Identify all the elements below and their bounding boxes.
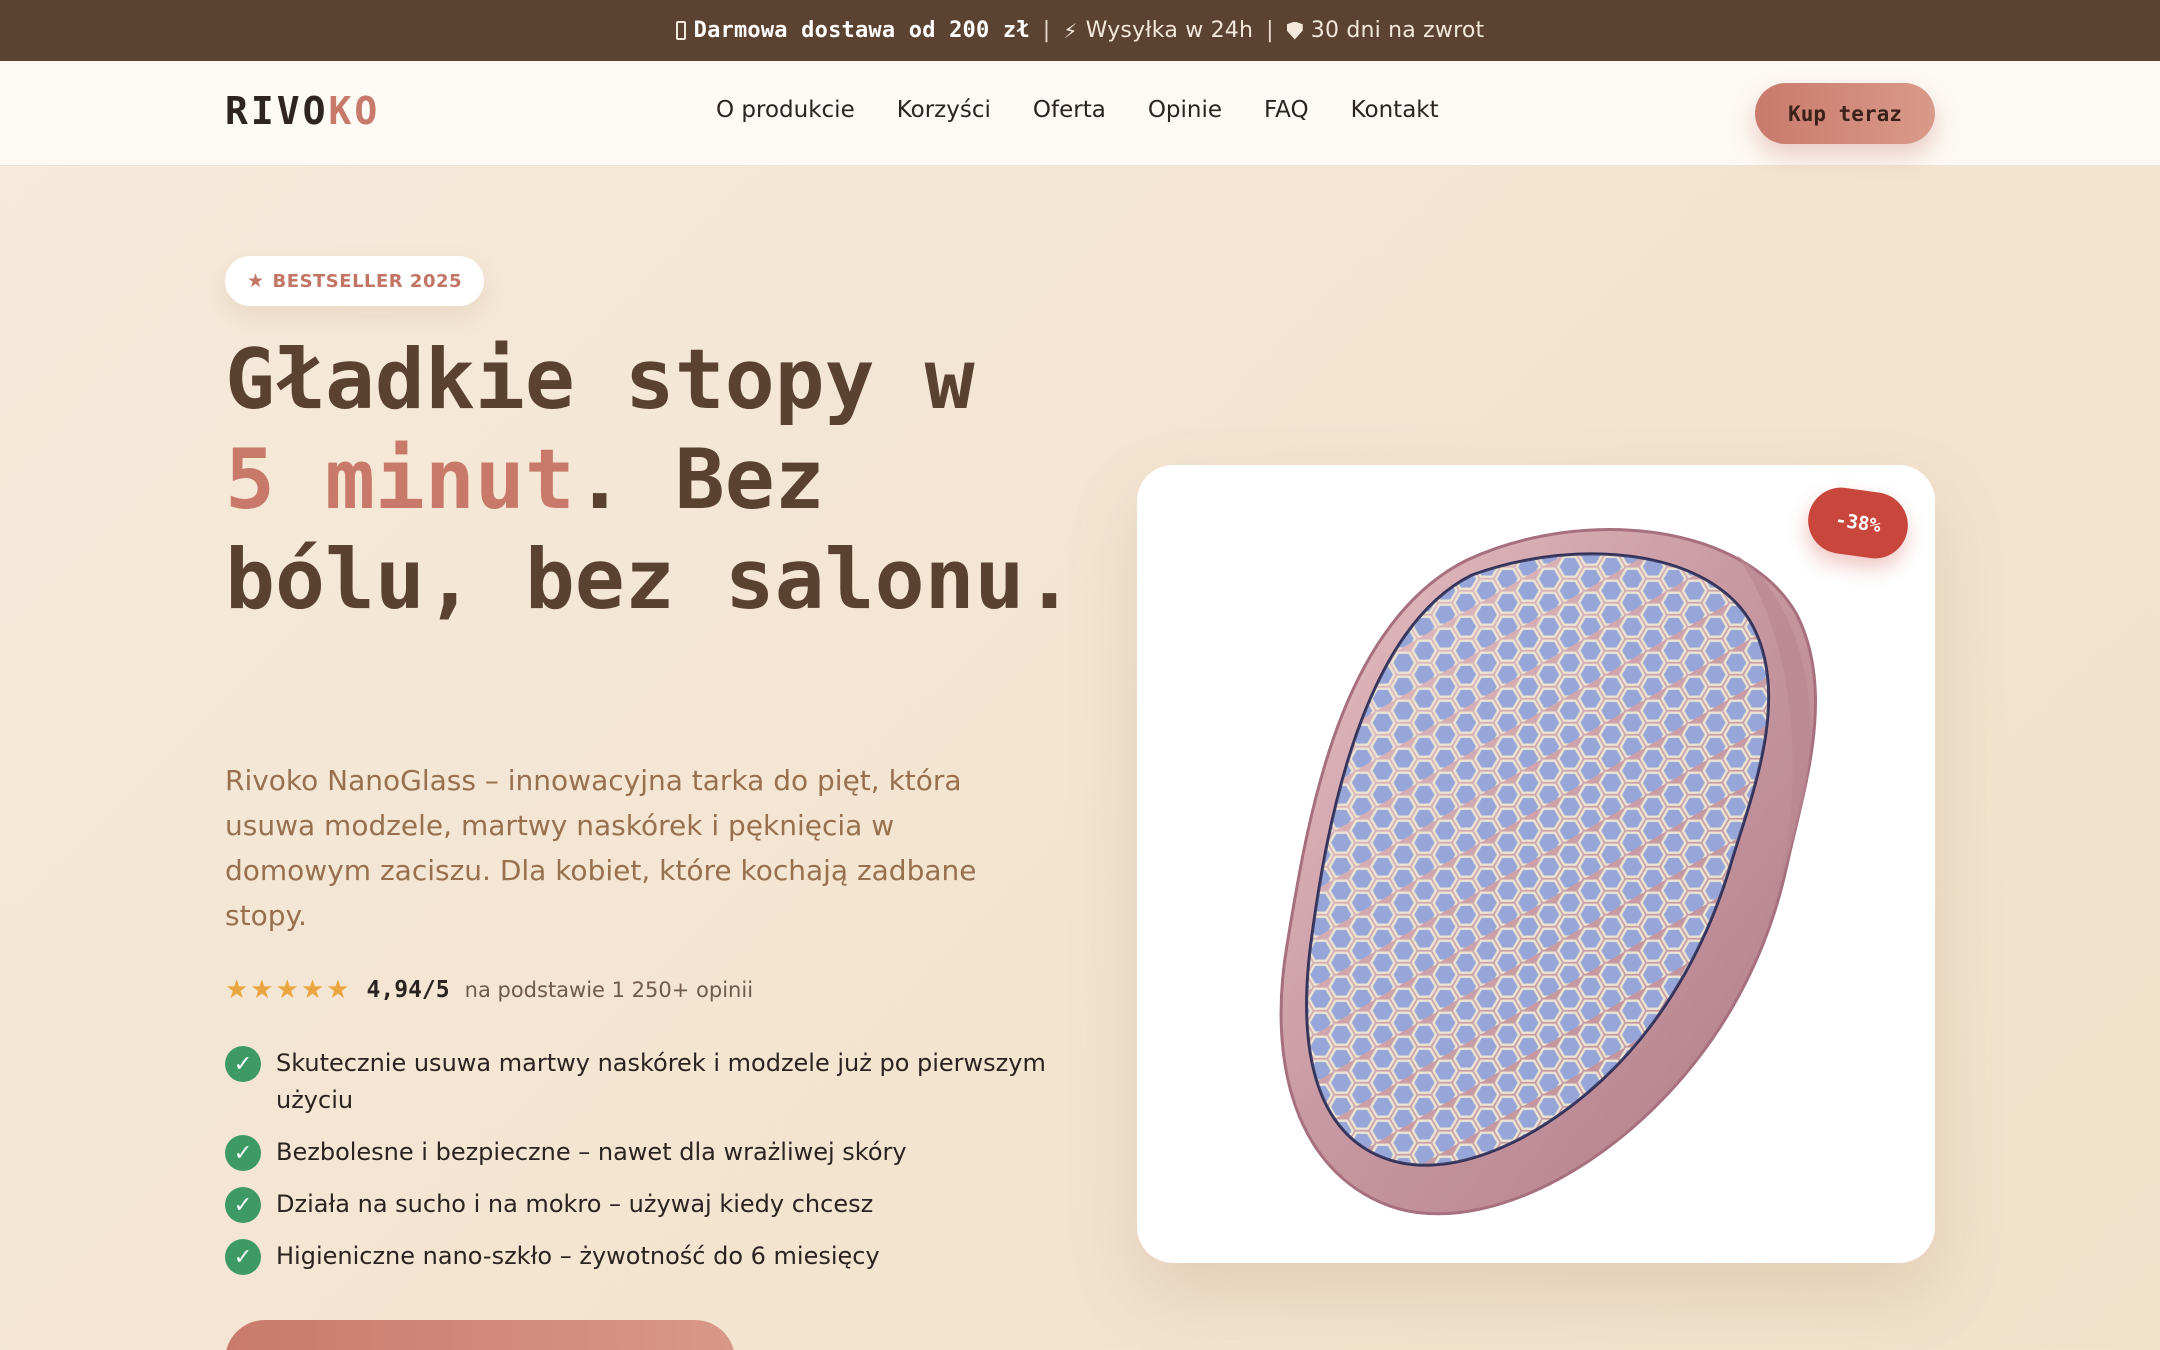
site-header: RIVOKO O produkcie Korzyści Oferta Opini…: [0, 61, 2160, 166]
rating-stars-icon: ★★★★★: [225, 975, 352, 1005]
logo[interactable]: RIVOKO: [225, 89, 380, 133]
nav-faq[interactable]: FAQ: [1264, 97, 1309, 123]
rating-count: na podstawie 1 250+ opinii: [464, 978, 754, 1002]
check-icon: ✓: [225, 1239, 261, 1275]
headline-accent: 5 minut: [225, 431, 575, 528]
product-card: [1137, 465, 1935, 1263]
benefit-item: ✓ Skutecznie usuwa martwy naskórek i mod…: [225, 1045, 1075, 1119]
dispatch-info: ⚡ Wysyłka w 24h: [1063, 18, 1253, 43]
separator: |: [1266, 18, 1274, 43]
separator: |: [1042, 18, 1051, 43]
returns-info: 30 dni na zwrot: [1286, 18, 1485, 43]
badge-label: BESTSELLER 2025: [272, 270, 463, 292]
check-icon: ✓: [225, 1187, 261, 1223]
truck-icon: [675, 21, 686, 40]
benefit-item: ✓ Działa na sucho i na mokro – używaj ki…: [225, 1186, 1075, 1223]
lightning-icon: ⚡: [1063, 18, 1078, 43]
benefit-text: Higieniczne nano-szkło – żywotność do 6 …: [276, 1242, 880, 1270]
nav-oferta[interactable]: Oferta: [1033, 97, 1106, 123]
nav-opinie[interactable]: Opinie: [1148, 97, 1222, 123]
shield-icon: [1286, 21, 1303, 40]
benefit-item: ✓ Higieniczne nano-szkło – żywotność do …: [225, 1238, 1075, 1275]
hero-lead: Rivoko NanoGlass – innowacyjna tarka do …: [225, 764, 977, 932]
main-nav: O produkcie Korzyści Oferta Opinie FAQ K…: [716, 97, 1439, 123]
dispatch-text: Wysyłka w 24h: [1085, 18, 1254, 43]
logo-main: RIVO: [225, 89, 329, 133]
benefit-text: Działa na sucho i na mokro – używaj kied…: [276, 1190, 874, 1218]
nav-kontakt[interactable]: Kontakt: [1351, 97, 1439, 123]
announcement-bar: Darmowa dostawa od 200 zł | ⚡ Wysyłka w …: [0, 0, 2160, 61]
benefit-text: Bezbolesne i bezpieczne – nawet dla wraż…: [276, 1138, 907, 1166]
rating-score: 4,94/5: [366, 977, 450, 1003]
rating-summary: ★★★★★ 4,94/5 na podstawie 1 250+ opinii: [225, 975, 753, 1005]
star-icon: ★: [247, 270, 265, 292]
product-image: [1279, 528, 1818, 1216]
bestseller-badge: ★ BESTSELLER 2025: [225, 256, 485, 306]
shipping-info: Darmowa dostawa od 200 zł: [675, 18, 1030, 43]
nav-korzysci[interactable]: Korzyści: [897, 97, 991, 123]
check-icon: ✓: [225, 1135, 261, 1171]
returns-text: 30 dni na zwrot: [1310, 18, 1485, 43]
benefit-item: ✓ Bezbolesne i bezpieczne – nawet dla wr…: [225, 1134, 1075, 1171]
nav-o-produkcie[interactable]: O produkcie: [716, 97, 855, 123]
check-icon: ✓: [225, 1046, 261, 1082]
benefit-text: Skutecznie usuwa martwy naskórek i modze…: [276, 1049, 1046, 1114]
buy-now-button[interactable]: Kup teraz: [1755, 83, 1935, 144]
headline-part1: Gładkie stopy w: [225, 331, 975, 428]
hero-cta-button[interactable]: [225, 1320, 735, 1350]
shipping-text: Darmowa dostawa od 200 zł: [693, 18, 1030, 43]
benefit-list: ✓ Skutecznie usuwa martwy naskórek i mod…: [225, 1045, 1075, 1290]
hero-headline: Gładkie stopy w5 minut. Bez bólu, bez sa…: [225, 330, 1105, 630]
logo-accent: KO: [328, 89, 381, 133]
